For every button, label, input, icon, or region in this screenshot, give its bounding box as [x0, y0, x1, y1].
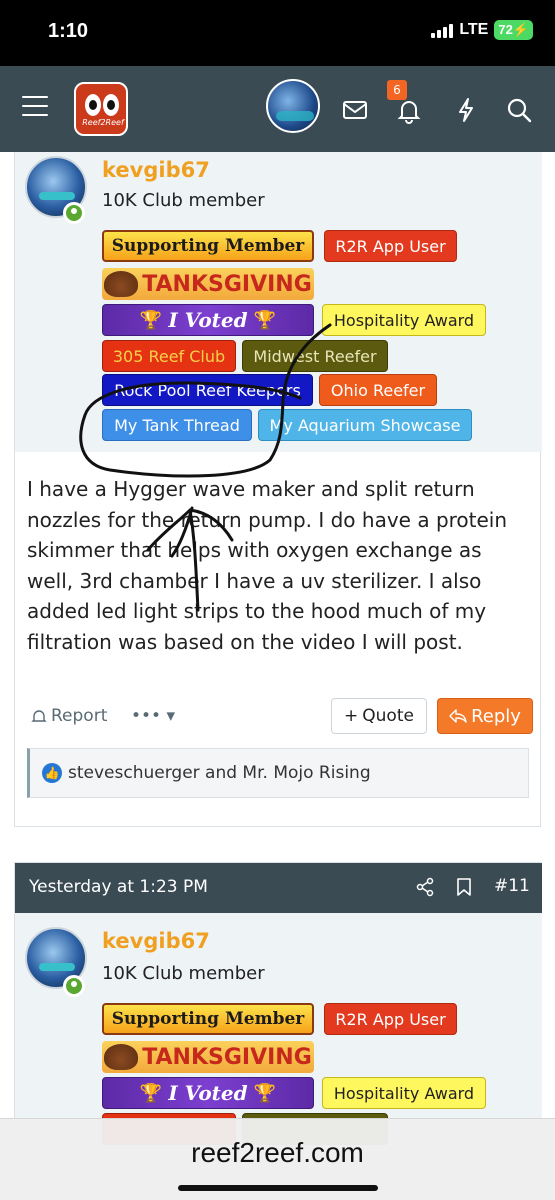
battery-icon: 72⚡: [494, 20, 533, 40]
home-indicator[interactable]: [178, 1185, 378, 1191]
status-indicators: LTE 72⚡: [431, 20, 533, 40]
banner-i-voted-label: I Voted: [168, 308, 248, 332]
hamburger-icon[interactable]: [22, 96, 48, 118]
user-title: 10K Club member: [102, 963, 265, 984]
banner-midwest-reefer: Midwest Reefer: [242, 340, 388, 372]
plus-icon: +: [344, 706, 359, 726]
banner-hospitality-award: Hospitality Award: [322, 1077, 486, 1109]
banner-r2r-app-user: R2R App User: [324, 1003, 457, 1035]
browser-url-bar[interactable]: reef2reef.com: [0, 1118, 555, 1200]
more-options-button[interactable]: ••• ▾: [131, 706, 175, 726]
notification-badge: 6: [387, 80, 407, 100]
status-time: 1:10: [48, 20, 89, 42]
banner-305-reef-club: 305 Reef Club: [102, 340, 236, 372]
banner-supporting-member: Supporting Member: [102, 1003, 314, 1035]
banner-rock-pool-reef-keepers: Rock Pool Reef Keepers: [102, 374, 313, 406]
bell-outline-icon: [31, 710, 47, 722]
post-number[interactable]: #11: [494, 876, 530, 896]
turkey-icon: [104, 1044, 139, 1070]
post-body: I have a Hygger wave maker and split ret…: [27, 477, 508, 654]
signal-icon: [431, 22, 454, 38]
banner-my-tank-thread[interactable]: My Tank Thread: [102, 409, 252, 441]
username[interactable]: kevgib67: [102, 158, 210, 182]
site-logo[interactable]: Reef2Reef: [74, 82, 128, 136]
post-actions: Report ••• ▾ + Quote Reply: [15, 698, 542, 738]
banner-tanksgiving-label: TANKSGIVING: [142, 1044, 312, 1070]
post-card: kevgib67 10K Club member Supporting Memb…: [14, 152, 542, 827]
envelope-icon[interactable]: [341, 96, 369, 124]
quote-button[interactable]: + Quote: [331, 698, 427, 734]
bookmark-icon[interactable]: [455, 877, 473, 897]
reactions-text: steveschuerger and Mr. Mojo Rising: [68, 763, 371, 783]
nav-user-avatar[interactable]: [266, 79, 320, 133]
bell-icon[interactable]: [395, 96, 423, 124]
logo-text: Reef2Reef: [82, 118, 124, 127]
banner-r2r-app-user: R2R App User: [324, 230, 457, 262]
trophy-icon: 🏆: [253, 1082, 277, 1104]
username[interactable]: kevgib67: [102, 929, 210, 953]
share-icon[interactable]: [415, 877, 435, 897]
url-text[interactable]: reef2reef.com: [0, 1137, 555, 1169]
thumbs-up-icon: 👍: [42, 763, 62, 783]
search-icon[interactable]: [505, 96, 533, 124]
post-header: Yesterday at 1:23 PM #11: [15, 863, 542, 913]
online-status-icon: [63, 975, 85, 997]
banner-my-aquarium-showcase[interactable]: My Aquarium Showcase: [258, 409, 472, 441]
reactions-bar[interactable]: 👍 steveschuerger and Mr. Mojo Rising: [27, 748, 529, 798]
banner-tanksgiving: TANKSGIVING: [102, 1041, 314, 1073]
trophy-icon: 🏆: [139, 1082, 163, 1104]
banner-i-voted: 🏆 I Voted 🏆: [102, 304, 314, 336]
top-nav-bar: Reef2Reef 6: [0, 66, 555, 152]
trophy-icon: 🏆: [253, 309, 277, 331]
banner-i-voted: 🏆 I Voted 🏆: [102, 1077, 314, 1109]
reply-arrow-icon: [449, 709, 467, 723]
report-link[interactable]: Report: [31, 706, 107, 726]
banner-tanksgiving: TANKSGIVING: [102, 268, 314, 300]
network-label: LTE: [459, 21, 489, 38]
more-label: •••: [131, 706, 162, 726]
banner-ohio-reefer: Ohio Reefer: [319, 374, 437, 406]
report-label: Report: [51, 706, 108, 726]
banner-tanksgiving-label: TANKSGIVING: [142, 271, 312, 297]
reply-label: Reply: [471, 705, 521, 727]
status-bar: 1:10 LTE 72⚡: [0, 0, 555, 66]
online-status-icon: [63, 202, 85, 224]
caret-down-icon: ▾: [166, 706, 176, 726]
post-user-block: kevgib67 10K Club member Supporting Memb…: [15, 152, 542, 452]
banner-hospitality-award: Hospitality Award: [322, 304, 486, 336]
quote-label: Quote: [362, 706, 414, 726]
banner-supporting-member: Supporting Member: [102, 230, 314, 262]
turkey-icon: [104, 271, 139, 297]
user-title: 10K Club member: [102, 190, 265, 211]
bolt-icon[interactable]: [452, 96, 480, 124]
reply-button[interactable]: Reply: [437, 698, 533, 734]
post-timestamp[interactable]: Yesterday at 1:23 PM: [29, 877, 208, 897]
battery-level: 72: [498, 22, 513, 37]
trophy-icon: 🏆: [139, 309, 163, 331]
banner-i-voted-label: I Voted: [168, 1081, 248, 1105]
